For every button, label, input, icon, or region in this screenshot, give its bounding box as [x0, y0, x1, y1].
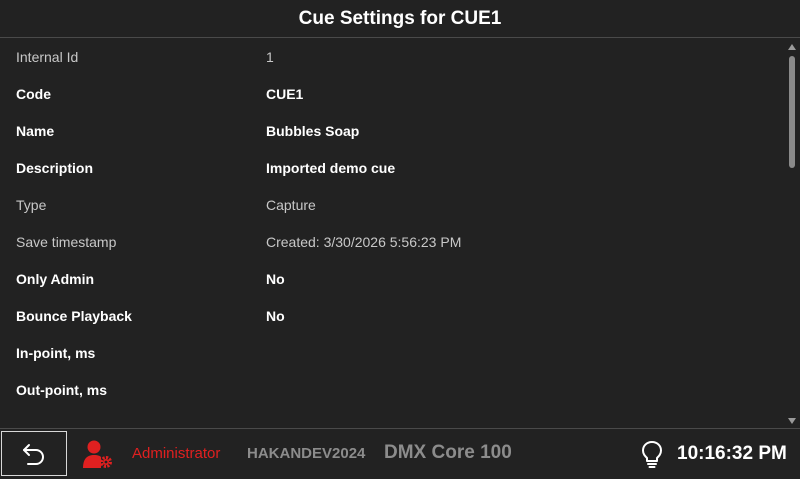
setting-value[interactable]: Imported demo cue — [266, 160, 395, 176]
setting-label: Description — [16, 159, 94, 176]
setting-row-in-point[interactable]: In-point, ms — [0, 334, 784, 371]
setting-label: Type — [16, 196, 47, 213]
scrollbar-thumb[interactable] — [789, 56, 795, 168]
setting-label: Bounce Playback — [16, 307, 132, 324]
setting-row-description[interactable]: Description Imported demo cue — [0, 149, 784, 186]
clock: 10:16:32 PM — [677, 443, 787, 464]
setting-value[interactable]: CUE1 — [266, 86, 303, 102]
host-name: HAKANDEV2024 — [247, 445, 366, 462]
setting-label: Name — [16, 122, 55, 139]
setting-value[interactable]: Bubbles Soap — [266, 123, 359, 139]
back-button[interactable] — [1, 431, 67, 476]
scroll-down-arrow-icon[interactable] — [788, 418, 796, 424]
device-name: DMX Core 100 — [384, 442, 512, 463]
setting-row-name[interactable]: Name Bubbles Soap — [0, 112, 784, 149]
setting-label: Internal Id — [16, 48, 79, 65]
user-settings-icon[interactable] — [82, 439, 114, 469]
setting-row-out-point[interactable]: Out-point, ms — [0, 371, 784, 408]
setting-row-save-timestamp: Save timestamp Created: 3/30/2026 5:56:2… — [0, 223, 784, 260]
settings-list: Internal Id 1 Code CUE1 Name Bubbles Soa… — [0, 38, 784, 428]
user-name[interactable]: Administrator — [132, 445, 220, 462]
undo-arrow-icon — [23, 443, 44, 465]
vertical-scrollbar[interactable] — [784, 38, 800, 428]
setting-row-code[interactable]: Code CUE1 — [0, 75, 784, 112]
setting-row-internal-id: Internal Id 1 — [0, 38, 784, 75]
setting-value[interactable]: No — [266, 308, 285, 324]
page-title: Cue Settings for CUE1 — [0, 0, 800, 38]
setting-value[interactable]: No — [266, 271, 285, 287]
scroll-up-arrow-icon[interactable] — [788, 44, 796, 50]
setting-value: Created: 3/30/2026 5:56:23 PM — [266, 233, 462, 250]
setting-label: Code — [16, 85, 51, 102]
lightbulb-icon[interactable] — [640, 440, 664, 468]
setting-row-bounce-playback[interactable]: Bounce Playback No — [0, 297, 784, 334]
setting-value: 1 — [266, 48, 274, 65]
setting-label: Out-point, ms — [16, 381, 107, 398]
setting-row-only-admin[interactable]: Only Admin No — [0, 260, 784, 297]
setting-label: In-point, ms — [16, 344, 96, 361]
setting-row-type: Type Capture — [0, 186, 784, 223]
setting-value: Capture — [266, 196, 316, 213]
status-bar: Administrator HAKANDEV2024 DMX Core 100 … — [0, 428, 800, 479]
setting-label: Only Admin — [16, 270, 95, 287]
setting-label: Save timestamp — [16, 233, 117, 250]
